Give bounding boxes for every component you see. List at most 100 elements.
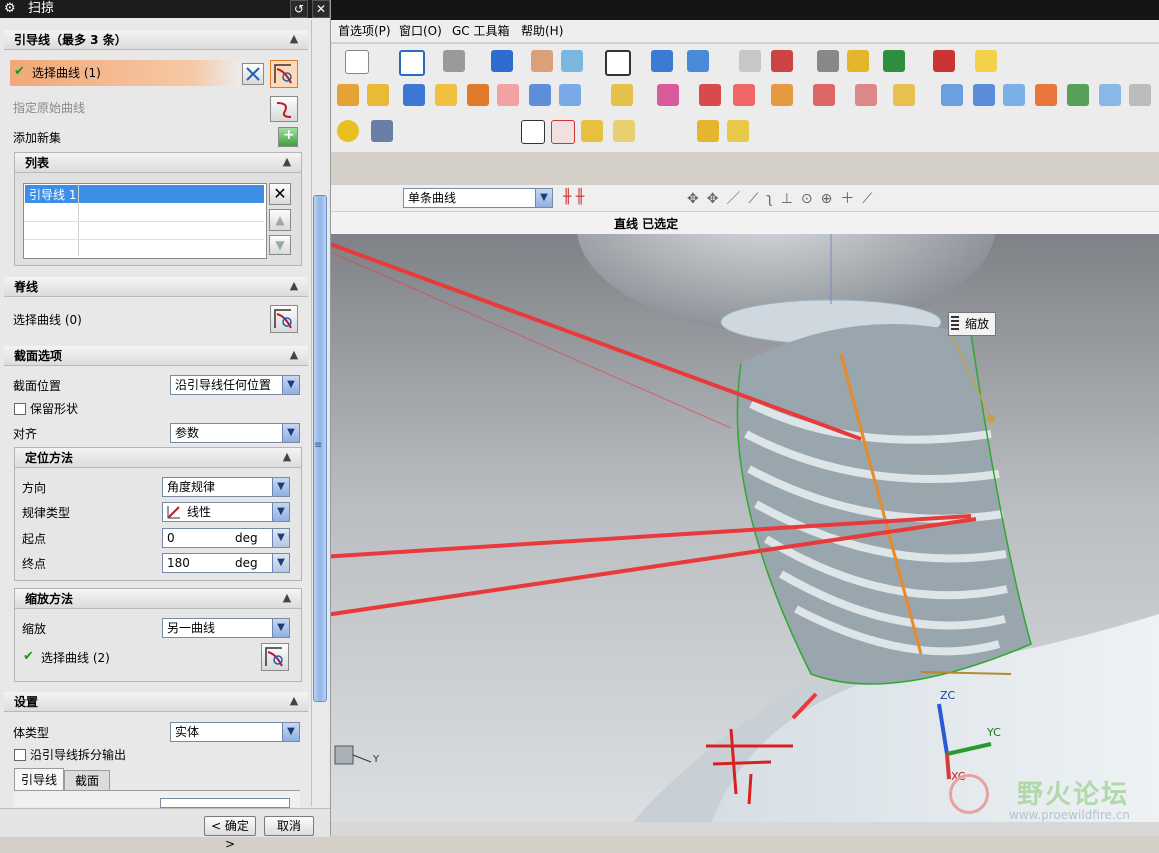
chevron-up-icon[interactable]: ▲	[288, 280, 300, 292]
chevron-down-icon[interactable]: ▼	[535, 189, 552, 207]
list-section-header[interactable]: 列表 ▲	[15, 153, 301, 173]
drafting-icon[interactable]	[581, 120, 603, 142]
chevron-up-icon[interactable]: ▲	[288, 33, 300, 45]
direction-dropdown[interactable]: 角度规律 ▼	[162, 477, 290, 497]
move-down-icon[interactable]: ▼	[269, 235, 291, 255]
sweep-icon[interactable]	[467, 84, 489, 106]
extrude-icon[interactable]	[403, 84, 425, 106]
bridge-icon[interactable]	[1099, 84, 1121, 106]
start-input[interactable]: 0 deg ▼	[162, 528, 290, 548]
select-guide-curve-row[interactable]: ✔ 选择曲线 (1)	[10, 60, 240, 86]
snap-icon[interactable]	[883, 50, 905, 72]
ruler-icon[interactable]	[975, 50, 997, 72]
scaling-header[interactable]: 缩放方法 ▲	[15, 589, 301, 609]
settings-section-header[interactable]: 设置 ▲	[4, 692, 308, 712]
gears-icon[interactable]	[613, 120, 635, 142]
curve-rule-dropdown[interactable]: 单条曲线 ▼	[403, 188, 553, 208]
menu-help[interactable]: 帮助(H)	[521, 22, 563, 40]
spring-icon[interactable]	[337, 120, 359, 142]
cancel-button[interactable]: 取消	[264, 816, 314, 836]
ok-button[interactable]: < 确定 >	[204, 816, 256, 851]
blend-icon[interactable]	[1035, 84, 1057, 106]
guides-section-header[interactable]: 引导线（最多 3 条） ▲	[4, 30, 308, 50]
menu-window[interactable]: 窗口(O)	[399, 22, 442, 40]
end-input[interactable]: 180 deg ▼	[162, 553, 290, 573]
chevron-up-icon[interactable]: ▲	[288, 695, 300, 707]
split-output-checkbox[interactable]	[14, 749, 26, 761]
menu-preferences[interactable]: 首选项(P)	[338, 22, 391, 40]
chevron-up-icon[interactable]: ▲	[288, 349, 300, 361]
mirror-icon[interactable]	[855, 84, 877, 106]
fit-view-icon[interactable]	[399, 50, 425, 76]
gear-icon[interactable]: ⚙	[4, 1, 16, 16]
surface-icon[interactable]	[497, 84, 519, 106]
scale-dropdown[interactable]: 另一曲线 ▼	[162, 618, 290, 638]
offset-face-icon[interactable]	[1003, 84, 1025, 106]
subtract-icon[interactable]	[657, 84, 679, 106]
curve-rule-icon[interactable]	[242, 63, 264, 85]
feature-icon[interactable]	[1067, 84, 1089, 106]
origin-curve-icon[interactable]	[270, 96, 298, 122]
chevron-down-icon[interactable]: ▼	[272, 503, 289, 521]
unite-icon[interactable]	[611, 84, 633, 106]
chevron-down-icon[interactable]: ▼	[272, 478, 289, 496]
spine-section-header[interactable]: 脊线 ▲	[4, 277, 308, 297]
window-icon[interactable]	[605, 50, 631, 76]
info-icon[interactable]	[345, 50, 369, 74]
splitter-handle[interactable]: ≡	[314, 440, 322, 454]
pattern-icon[interactable]	[813, 84, 835, 106]
tab-section[interactable]: 截面	[64, 770, 110, 791]
table-icon[interactable]	[551, 120, 575, 144]
book-icon[interactable]	[1129, 84, 1151, 106]
block-icon[interactable]	[337, 84, 359, 106]
close-icon[interactable]: ✕	[312, 0, 330, 18]
section-position-dropdown[interactable]: 沿引导线任何位置 ▼	[170, 375, 300, 395]
cylinder-icon[interactable]	[367, 84, 389, 106]
sew-icon[interactable]	[941, 84, 963, 106]
snap-point-icons[interactable]: ╫ ╫	[563, 189, 584, 205]
layer-icon[interactable]	[531, 50, 553, 72]
assembly-icon[interactable]	[697, 120, 719, 142]
add-set-icon[interactable]: +	[278, 127, 298, 147]
measure-icon[interactable]	[817, 50, 839, 72]
thicken-icon[interactable]	[529, 84, 551, 106]
chevron-down-icon[interactable]: ▼	[282, 424, 299, 442]
section-options-header[interactable]: 截面选项 ▲	[4, 346, 308, 366]
guide-list[interactable]: 引导线 1	[23, 183, 267, 259]
patch-icon[interactable]	[973, 84, 995, 106]
wcs-icon[interactable]	[771, 50, 793, 72]
shell-icon[interactable]	[559, 84, 581, 106]
chevron-down-icon[interactable]: ▼	[282, 376, 299, 394]
chevron-down-icon[interactable]: ▼	[272, 619, 289, 637]
orientation-header[interactable]: 定位方法 ▲	[15, 448, 301, 468]
grid-icon[interactable]	[933, 50, 955, 72]
list-item[interactable]: 引导线 1	[25, 185, 264, 203]
scale-select-curve-icon[interactable]	[261, 643, 289, 671]
render-style-icon[interactable]	[443, 50, 465, 72]
chevron-down-icon[interactable]: ▼	[282, 723, 299, 741]
spine-select-curve-icon[interactable]	[270, 305, 298, 333]
keep-shape-checkbox[interactable]	[14, 403, 26, 415]
law-type-dropdown[interactable]: 线性 ▼	[162, 502, 290, 522]
component-icon[interactable]	[727, 120, 749, 142]
move-up-icon[interactable]: ▲	[269, 209, 291, 231]
menu-gc-toolkit[interactable]: GC 工具箱	[452, 22, 510, 40]
chevron-down-icon[interactable]: ▼	[272, 529, 289, 547]
scale-handle-tag[interactable]: 缩放	[948, 312, 996, 336]
draft-icon[interactable]	[893, 84, 915, 106]
chevron-up-icon[interactable]: ▲	[281, 451, 293, 463]
reset-icon[interactable]: ↺	[290, 0, 308, 18]
trim-icon[interactable]	[733, 84, 755, 106]
align-dropdown[interactable]: 参数 ▼	[170, 423, 300, 443]
body-type-dropdown[interactable]: 实体 ▼	[170, 722, 300, 742]
revolve-icon[interactable]	[435, 84, 457, 106]
tab-guides[interactable]: 引导线	[14, 768, 64, 791]
chevron-up-icon[interactable]: ▲	[281, 156, 293, 168]
hide-icon[interactable]	[371, 120, 393, 142]
partial-dropdown[interactable]	[160, 798, 290, 808]
layer-settings-icon[interactable]	[739, 50, 761, 72]
analysis-icon[interactable]	[847, 50, 869, 72]
chevron-up-icon[interactable]: ▲	[281, 592, 293, 604]
selection-tools-icons[interactable]: ✥✥／⟋ʅ⊥⊙⊕＋⟋	[687, 188, 880, 208]
remove-icon[interactable]: ✕	[269, 183, 291, 205]
